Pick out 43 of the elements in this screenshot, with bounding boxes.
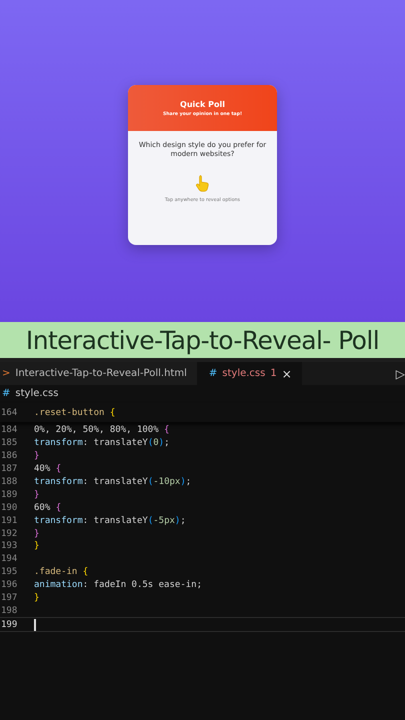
line-number: 191	[0, 516, 18, 526]
code-line: }	[34, 490, 40, 500]
code-line: transform: translateY(-10px);	[34, 477, 192, 487]
run-icon[interactable]: ▷	[396, 362, 405, 385]
line-number: 184	[0, 425, 18, 436]
code-line: .reset-button {	[34, 408, 116, 418]
code-line: }	[34, 593, 40, 604]
code-line: 60% {	[34, 502, 62, 513]
problem-count: 1	[270, 368, 277, 379]
code-line: }	[34, 528, 40, 539]
text-cursor	[34, 618, 36, 631]
line-number: 187	[0, 464, 18, 474]
breadcrumb[interactable]: style.css	[15, 388, 58, 398]
poll-title: Quick Poll	[180, 100, 225, 108]
code-line: 40% {	[34, 464, 62, 474]
line-number: 188	[0, 477, 18, 487]
line-number: 189	[0, 490, 18, 500]
code-line: .fade-in {	[34, 567, 88, 578]
pointing-hand-icon	[194, 174, 210, 192]
line-number: 186	[0, 451, 18, 462]
line-number: 196	[0, 580, 18, 590]
line-number: 190	[0, 502, 18, 513]
code-line: }	[34, 541, 40, 552]
line-number: 195	[0, 567, 18, 578]
editor-tab[interactable]: # style.css 1 ×	[196, 362, 302, 385]
code-line: animation: fadeIn 0.5s ease-in;	[34, 580, 202, 590]
line-number: 197	[0, 593, 18, 604]
line-number: 185	[0, 438, 18, 448]
line-number: 199	[0, 620, 18, 630]
file-type-icon: >	[2, 368, 10, 379]
line-number: 194	[0, 554, 18, 564]
code-line: transform: translateY(0);	[34, 438, 170, 448]
close-icon[interactable]: ×	[282, 366, 292, 380]
line-number: 198	[0, 606, 18, 616]
line-number: 193	[0, 541, 18, 552]
video-title: Interactive-Tap-to-Reveal- Poll	[0, 322, 405, 358]
line-number: 164	[0, 408, 18, 418]
file-type-icon: #	[2, 388, 10, 398]
code-line: transform: translateY(-5px);	[34, 516, 186, 526]
code-line: 0%, 20%, 50%, 80%, 100% {	[34, 425, 170, 436]
code-line: }	[34, 451, 40, 462]
file-type-icon: #	[208, 368, 218, 379]
line-number: 192	[0, 528, 18, 539]
